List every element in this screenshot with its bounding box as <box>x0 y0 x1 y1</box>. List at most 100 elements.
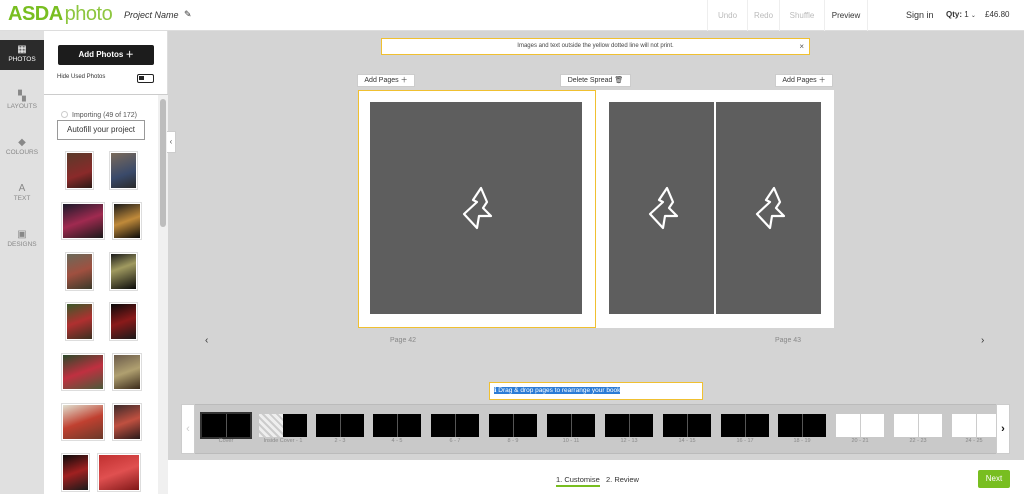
strip-page-14-15[interactable] <box>663 414 711 437</box>
photo-thumbnail[interactable] <box>62 203 104 239</box>
page-thumb <box>202 414 226 437</box>
strip-label: 12 - 13 <box>620 438 638 444</box>
redo-button[interactable]: Redo <box>747 0 779 31</box>
shuffle-button[interactable]: Shuffle <box>779 0 824 31</box>
strip-next-button[interactable]: › <box>996 404 1010 454</box>
brand-suffix: photo <box>64 3 113 25</box>
qty-selector[interactable]: Qty: 1 ⌄ <box>946 10 976 19</box>
strip-label: 18 - 19 <box>793 438 811 444</box>
strip-page-20-21[interactable] <box>836 414 884 437</box>
brand-name: ASDA <box>8 3 63 25</box>
price: £46.80 <box>985 10 1010 19</box>
brand-logo[interactable]: ASDA photo <box>8 3 113 25</box>
hide-used-label: Hide Used Photos <box>57 74 106 80</box>
page-thumb <box>836 414 860 437</box>
qty-label: Qty: <box>946 10 962 19</box>
sign-in-link[interactable]: Sign in <box>906 10 934 20</box>
chevron-left-icon: ‹ <box>186 423 190 435</box>
print-notice: Images and text outside the yellow dotte… <box>381 38 810 55</box>
photo-thumbnail[interactable] <box>62 454 89 491</box>
next-spread-icon[interactable]: › <box>981 335 984 346</box>
strip-page-inside-cover[interactable] <box>259 414 307 437</box>
add-pages-right-button[interactable]: Add Pages ＋ <box>775 74 833 87</box>
strip-prev-button[interactable]: ‹ <box>181 404 195 454</box>
page-thumb <box>976 414 996 437</box>
strip-label: 10 - 11 <box>562 438 580 444</box>
step-customise[interactable]: 1. Customise <box>556 475 600 487</box>
nav-layouts[interactable]: ▚ LAYOUTS <box>0 87 44 117</box>
autofill-button[interactable]: Autofill your project <box>57 120 145 140</box>
next-button[interactable]: Next <box>978 470 1010 488</box>
step-review[interactable]: 2. Review <box>606 475 639 484</box>
nav-photos[interactable]: ▦ PHOTOS <box>0 40 44 70</box>
hide-used-toggle[interactable] <box>137 74 154 83</box>
strip-label: 6 - 7 <box>449 438 461 444</box>
project-name[interactable]: Project Name <box>124 10 179 20</box>
page-thumb <box>778 414 802 437</box>
drop-arrow-icon <box>755 186 786 230</box>
strip-page-8-9[interactable] <box>489 414 537 437</box>
top-bar: ASDA photo Project Name ✎ Undo Redo Shuff… <box>0 0 1024 31</box>
page-thumb <box>721 414 745 437</box>
page-thumb <box>455 414 479 437</box>
strip-page-24-25[interactable] <box>952 414 996 437</box>
page-thumb <box>431 414 455 437</box>
delete-spread-button[interactable]: Delete Spread 🗑 <box>560 74 631 87</box>
plus-icon: ＋ <box>125 50 134 59</box>
strip-page-22-23[interactable] <box>894 414 942 437</box>
page-thumb <box>513 414 537 437</box>
nav-designs[interactable]: ▣ DESIGNS <box>0 225 44 255</box>
photo-thumbnail[interactable] <box>62 354 104 390</box>
page-thumb <box>397 414 421 437</box>
page-thumb <box>894 414 918 437</box>
page-thumb <box>547 414 571 437</box>
nav-colours[interactable]: ◆ COLOURS <box>0 133 44 163</box>
nav-designs-label: DESIGNS <box>7 241 37 248</box>
plus-icon: ＋ <box>400 77 408 84</box>
page-thumb <box>283 414 307 437</box>
add-photos-button[interactable]: Add Photos ＋ <box>58 45 154 65</box>
strip-page-12-13[interactable] <box>605 414 653 437</box>
prev-spread-icon[interactable]: ‹ <box>205 335 208 346</box>
photos-scrollbar-thumb[interactable] <box>160 99 166 227</box>
strip-label: 24 - 25 <box>965 438 983 444</box>
strip-page-16-17[interactable] <box>721 414 769 437</box>
add-pages-left-label: Add Pages <box>364 77 399 84</box>
page-thumb <box>489 414 513 437</box>
importing-text: Importing (49 of 172) <box>72 112 137 119</box>
photo-thumbnail[interactable] <box>98 454 140 491</box>
photo-thumbnail[interactable] <box>62 404 104 440</box>
photo-thumbnail[interactable] <box>113 354 141 390</box>
photo-thumbnail[interactable] <box>66 303 93 340</box>
page-thumb <box>629 414 653 437</box>
photo-thumbnail[interactable] <box>66 152 93 189</box>
undo-button[interactable]: Undo <box>707 0 747 31</box>
strip-page-cover[interactable] <box>200 412 252 439</box>
nav-text[interactable]: A TEXT <box>0 179 44 209</box>
strip-page-2-3[interactable] <box>316 414 364 437</box>
photo-thumbnail[interactable] <box>66 253 93 290</box>
close-icon[interactable]: × <box>799 39 804 54</box>
photo-thumbnail[interactable] <box>113 203 141 239</box>
photo-thumbnail[interactable] <box>110 152 137 189</box>
preview-button[interactable]: Preview <box>824 0 868 31</box>
strip-page-18-19[interactable] <box>778 414 826 437</box>
colours-icon: ◆ <box>18 137 26 148</box>
strip-page-4-5[interactable] <box>373 414 421 437</box>
pencil-icon[interactable]: ✎ <box>184 9 192 20</box>
collapse-panel-button[interactable]: ‹ <box>167 131 176 153</box>
strip-label: 14 - 15 <box>678 438 696 444</box>
designs-icon: ▣ <box>17 229 27 240</box>
left-nav: ▦ PHOTOS ▚ LAYOUTS ◆ COLOURS A TEXT ▣ DE… <box>0 31 44 494</box>
strip-page-10-11[interactable] <box>547 414 595 437</box>
drag-tip-text: ℹ Drag & drop pages to rearrange your bo… <box>494 387 621 394</box>
add-pages-left-button[interactable]: Add Pages ＋ <box>357 74 415 87</box>
strip-label: Cover <box>218 438 234 444</box>
photo-thumbnail[interactable] <box>110 253 137 290</box>
page-thumb <box>860 414 884 437</box>
page-thumb <box>605 414 629 437</box>
photo-thumbnail[interactable] <box>110 303 137 340</box>
photo-thumbnail[interactable] <box>113 404 141 440</box>
strip-page-6-7[interactable] <box>431 414 479 437</box>
strip-label: 2 - 3 <box>334 438 346 444</box>
